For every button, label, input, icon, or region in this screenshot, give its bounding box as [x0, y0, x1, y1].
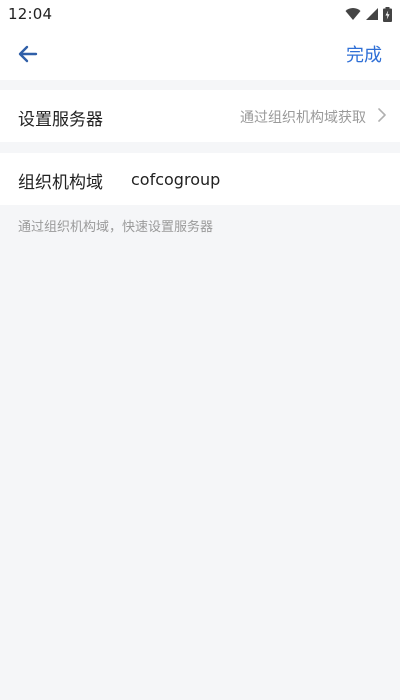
arrow-left-icon: [18, 45, 38, 63]
app-bar: 完成: [0, 28, 400, 80]
status-icons: [345, 6, 392, 22]
org-domain-row: 组织机构域: [0, 153, 400, 205]
signal-icon: [366, 8, 378, 20]
done-button[interactable]: 完成: [346, 41, 382, 67]
org-domain-label: 组织机构域: [18, 173, 103, 193]
server-setting-row[interactable]: 设置服务器 通过组织机构域获取: [0, 90, 400, 142]
battery-charging-icon: [383, 6, 392, 22]
chevron-right-icon: [378, 108, 386, 122]
back-button[interactable]: [14, 40, 42, 68]
status-bar: 12:04: [0, 0, 400, 28]
org-domain-input[interactable]: [131, 167, 381, 191]
org-domain-hint: 通过组织机构域，快速设置服务器: [18, 220, 214, 235]
server-setting-value: 通过组织机构域获取: [240, 110, 366, 126]
wifi-icon: [345, 8, 361, 20]
status-time: 12:04: [8, 5, 53, 23]
server-setting-label: 设置服务器: [18, 110, 103, 130]
